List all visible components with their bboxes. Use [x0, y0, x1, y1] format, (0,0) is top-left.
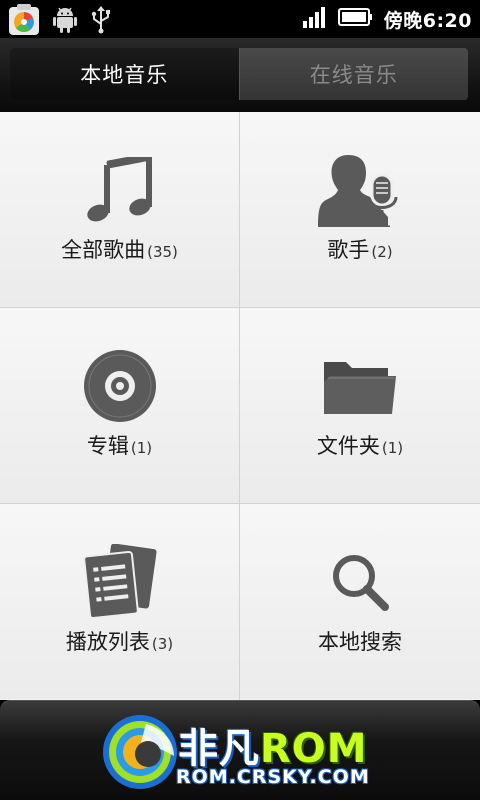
disc-icon — [82, 348, 158, 428]
grid-divider-row-1 — [0, 307, 480, 308]
status-bar: 傍晚6:20 — [0, 0, 480, 38]
singer-icon — [318, 153, 402, 231]
grid-item-folders[interactable]: 文件夹 (1) — [240, 308, 480, 503]
grid-item-label: 播放列表 (3) — [0, 626, 239, 656]
system-indicators: 傍晚6:20 — [302, 0, 472, 38]
local-search-label: 本地搜索 — [318, 630, 402, 654]
usb-icon — [90, 6, 112, 38]
grid-item-singers[interactable]: 歌手 (2) — [240, 112, 480, 307]
app-store-icon — [8, 4, 40, 40]
signal-icon — [302, 6, 328, 32]
battery-icon — [337, 7, 374, 31]
albums-label: 专辑 — [86, 434, 129, 458]
category-grid: 全部歌曲 (35) 歌手 (2) 专辑 (1) 文件夹 (1) 播放列表 (3)… — [0, 112, 480, 700]
tab-header: 本地音乐 在线音乐 — [0, 38, 480, 112]
grid-item-all-songs[interactable]: 全部歌曲 (35) — [0, 112, 239, 307]
grid-divider-vertical — [239, 112, 240, 700]
singers-label: 歌手 — [327, 238, 370, 262]
grid-item-label: 专辑 (1) — [0, 430, 239, 460]
music-app-screen: 傍晚6:20 本地音乐 在线音乐 全部歌曲 (35) 歌手 (2) 专辑 (1)… — [0, 0, 480, 800]
all-songs-label: 全部歌曲 — [61, 238, 146, 262]
singers-count: (2) — [371, 243, 393, 261]
albums-count: (1) — [130, 439, 153, 457]
all-songs-count: (35) — [147, 243, 178, 261]
folder-icon — [322, 356, 398, 420]
grid-item-label: 全部歌曲 (35) — [0, 234, 239, 264]
grid-item-albums[interactable]: 专辑 (1) — [0, 308, 239, 503]
music-note-icon — [85, 152, 155, 227]
folders-label: 文件夹 — [316, 434, 380, 458]
grid-item-label: 本地搜索 — [240, 626, 480, 656]
folders-count: (1) — [381, 439, 404, 457]
watermark-url: ROM.CRSKY.COM — [176, 766, 370, 788]
site-watermark: 非凡ROM ROM.CRSKY.COM — [100, 710, 400, 794]
crsky-logo-icon — [100, 710, 180, 798]
search-icon — [330, 552, 390, 616]
playlists-count: (3) — [151, 635, 174, 653]
grid-item-local-search[interactable]: 本地搜索 — [240, 504, 480, 699]
playlists-label: 播放列表 — [65, 630, 150, 654]
tab-online-music[interactable]: 在线音乐 — [238, 48, 468, 100]
android-debug-icon — [52, 6, 78, 38]
clock: 傍晚6:20 — [383, 9, 472, 32]
tab-bar: 本地音乐 在线音乐 — [10, 48, 468, 100]
notification-icons — [8, 4, 112, 40]
playlist-icon — [82, 543, 157, 624]
grid-divider-row-2 — [0, 503, 480, 504]
grid-item-label: 文件夹 (1) — [240, 430, 480, 460]
grid-item-label: 歌手 (2) — [240, 234, 480, 264]
tab-local-music[interactable]: 本地音乐 — [10, 48, 239, 100]
grid-item-playlists[interactable]: 播放列表 (3) — [0, 504, 239, 699]
